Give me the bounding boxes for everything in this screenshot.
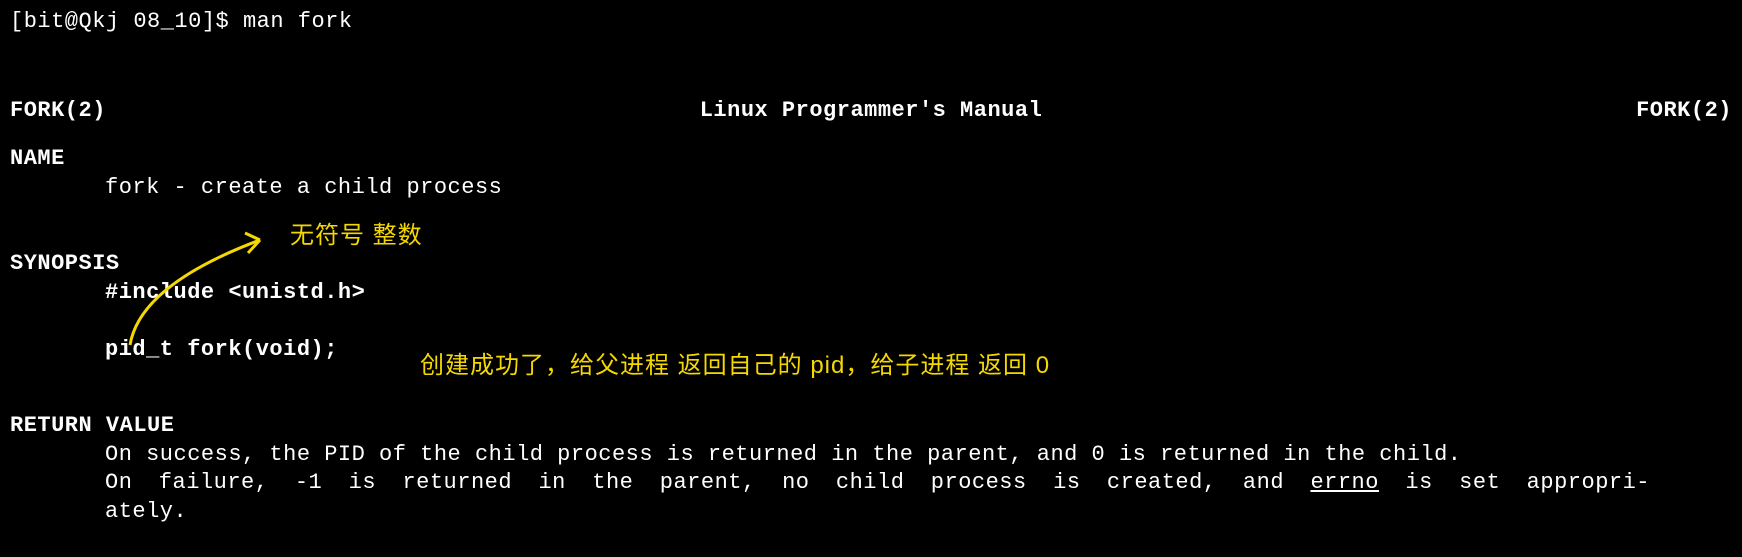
return-value-line3: ately. bbox=[10, 498, 1732, 527]
section-synopsis-heading: SYNOPSIS bbox=[10, 250, 1732, 279]
synopsis-include: #include <unistd.h> bbox=[10, 279, 1732, 308]
section-name-heading: NAME bbox=[10, 145, 1732, 174]
return-value-line1: On success, the PID of the child process… bbox=[10, 441, 1650, 470]
synopsis-prototype: pid_t fork(void); bbox=[10, 336, 1732, 365]
prompt-prefix: [bit@Qkj 08_10]$ bbox=[10, 9, 229, 34]
return-value-line2: On failure, -1 is returned in the parent… bbox=[10, 469, 1650, 498]
typed-command: man fork bbox=[243, 9, 353, 34]
manpage-header: FORK(2) Linux Programmer's Manual FORK(2… bbox=[10, 97, 1732, 126]
command-prompt[interactable]: [bit@Qkj 08_10]$ man fork bbox=[10, 8, 1732, 37]
manpage-header-right: FORK(2) bbox=[1636, 97, 1732, 126]
manpage-header-center: Linux Programmer's Manual bbox=[106, 97, 1636, 126]
errno-link: errno bbox=[1310, 470, 1379, 495]
section-name-content: fork - create a child process bbox=[10, 174, 1732, 203]
section-return-heading: RETURN VALUE bbox=[10, 412, 1732, 441]
manpage-header-left: FORK(2) bbox=[10, 97, 106, 126]
